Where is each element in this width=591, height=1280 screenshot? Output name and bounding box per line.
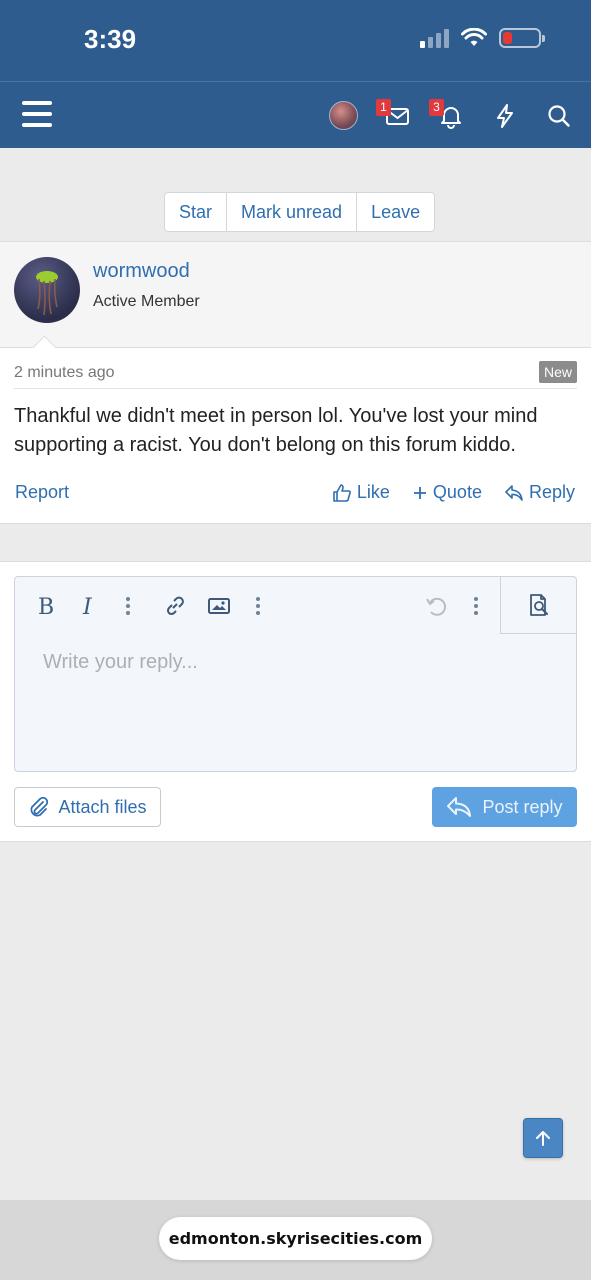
image-icon [208,598,230,614]
battery-icon [499,28,545,48]
paperclip-icon [31,796,49,817]
reply-icon [505,484,523,501]
undo-button[interactable] [423,593,449,619]
status-time: 3:39 [84,24,137,54]
top-navbar: 1 3 [0,81,591,148]
search-icon [548,105,570,127]
italic-button[interactable]: I [76,593,102,619]
report-link[interactable]: Report [15,482,69,503]
new-badge: New [538,361,577,383]
wifi-icon [461,28,487,46]
like-button[interactable]: Like [332,482,390,503]
jellyfish-icon [36,271,58,316]
quote-label: Quote [432,482,482,502]
divider [14,388,577,389]
svg-text:I: I [82,595,93,618]
search-button[interactable] [545,102,573,130]
reply-label: Reply [528,482,575,502]
insert-image-button[interactable] [206,593,232,619]
quote-button[interactable]: Quote [412,482,482,503]
more-text-options-button[interactable] [115,593,141,619]
reply-icon [447,797,472,817]
svg-text:B: B [38,595,54,618]
status-icons [420,28,545,48]
reply-button[interactable]: Reply [504,482,575,503]
reply-editor[interactable]: B I Write your reply... [14,576,577,772]
inbox-badge: 1 [376,99,391,116]
scroll-to-top-button[interactable] [523,1118,563,1158]
mark-unread-button[interactable]: Mark unread [227,193,358,231]
post-body: Thankful we didn't meet in person lol. Y… [14,405,538,456]
vertical-dots-icon [474,597,478,615]
cellular-signal-icon [420,28,449,48]
bold-icon: B [38,595,54,618]
attach-files-button[interactable]: Attach files [14,787,161,827]
bold-button[interactable]: B [33,593,59,619]
quick-reply: B I Write your reply... Attach files Pos… [0,561,591,842]
thread-actions: Star Mark unread Leave [164,192,436,232]
inbox-button[interactable]: 1 [376,99,412,130]
more-insert-options-button[interactable] [245,593,271,619]
leave-button[interactable]: Leave [357,193,434,231]
post-user-block: wormwood Active Member [0,242,591,348]
insert-link-button[interactable] [162,593,188,619]
arrow-up-icon [536,1131,550,1146]
post-timestamp[interactable]: 2 minutes ago [14,364,115,382]
alerts-badge: 3 [429,99,444,116]
status-bar: 3:39 [0,0,591,81]
vertical-dots-icon [126,597,130,615]
user-avatar[interactable] [14,257,80,323]
vertical-dots-icon [256,597,260,615]
preview-icon [529,594,548,616]
more-options-button[interactable] [463,593,489,619]
reply-input-placeholder[interactable]: Write your reply... [43,651,198,674]
post-username[interactable]: wormwood [93,260,190,283]
post-user-title: Active Member [93,293,200,310]
editor-toolbar: B I [15,577,576,634]
attach-files-label: Attach files [58,796,147,817]
thumbs-up-icon [333,483,351,502]
alerts-button[interactable]: 3 [429,99,465,130]
post-reply-button[interactable]: Post reply [432,787,577,827]
menu-icon[interactable] [22,101,52,127]
lightning-icon [497,104,513,128]
browser-bottom-bar: edmonton.skyrisecities.com [0,1200,591,1280]
like-label: Like [356,482,390,502]
post: wormwood Active Member 2 minutes ago New… [0,241,591,524]
star-button[interactable]: Star [165,193,228,231]
post-reply-label: Post reply [482,796,563,817]
whats-new-button[interactable] [491,102,519,130]
plus-icon [413,486,426,499]
preview-button[interactable] [500,577,576,634]
address-bar[interactable]: edmonton.skyrisecities.com [159,1217,432,1260]
account-avatar[interactable] [329,101,358,130]
link-icon [166,596,184,616]
post-actions: Like Quote Reply [332,482,575,503]
italic-icon: I [82,595,93,618]
undo-icon [426,597,447,616]
post-footer: Report Like Quote Reply [15,482,575,506]
